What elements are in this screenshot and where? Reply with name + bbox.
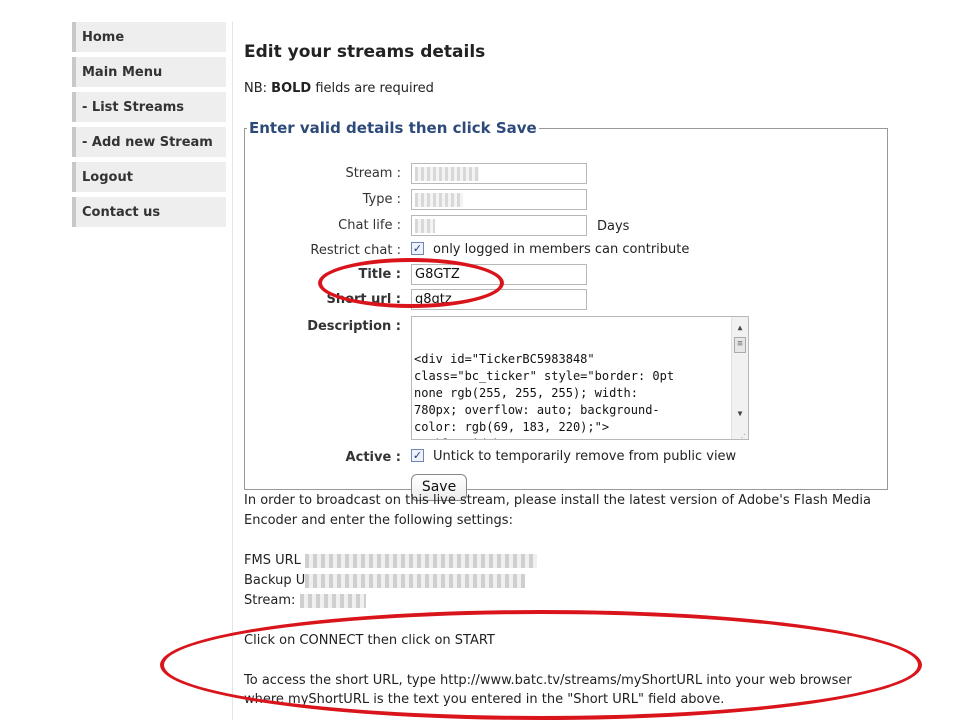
sidebar-item-add-new-stream[interactable]: - Add new Stream xyxy=(72,127,226,157)
description-row: Description : <div id="TickerBC5983848" … xyxy=(245,316,885,442)
description-scrollbar[interactable]: ▲ ≡ ▼ xyxy=(731,317,748,439)
required-note-bold: BOLD xyxy=(271,81,312,96)
broadcast-instructions-line1: In order to broadcast on this live strea… xyxy=(244,493,872,508)
redacted-fms-url xyxy=(305,553,538,568)
restrict-chat-label: Restrict chat : xyxy=(310,243,401,258)
short-url-instructions-line2: where myShortURL is the text you entered… xyxy=(244,692,725,707)
redacted-value xyxy=(415,166,479,181)
required-note-suffix: fields are required xyxy=(311,81,434,96)
sidebar-divider xyxy=(232,22,233,720)
restrict-chat-checkbox[interactable]: ✓ xyxy=(411,242,424,255)
fms-url-label: FMS URL xyxy=(244,553,301,568)
type-row: Type : xyxy=(245,189,885,211)
title-field[interactable]: G8GTZ xyxy=(411,264,587,285)
active-text: Untick to temporarily remove from public… xyxy=(433,449,737,464)
redacted-value xyxy=(415,192,463,207)
redacted-backup-url xyxy=(305,573,526,588)
short-url-instructions-line1: To access the short URL, type http://www… xyxy=(244,673,852,688)
sidebar-item-home[interactable]: Home xyxy=(72,22,226,52)
backup-url-line: Backup U xyxy=(244,571,944,591)
scroll-thumb[interactable]: ≡ xyxy=(734,337,746,353)
restrict-chat-text: only logged in members can contribute xyxy=(433,242,690,257)
sidebar-nav: Home Main Menu - List Streams - Add new … xyxy=(72,22,226,232)
broadcast-instructions-line2: Encoder and enter the following settings… xyxy=(244,513,513,528)
title-label: Title : xyxy=(358,267,401,282)
stream-field[interactable] xyxy=(411,163,587,184)
short-url-label: Short url : xyxy=(326,292,401,307)
sidebar-item-list-streams[interactable]: - List Streams xyxy=(72,92,226,122)
scroll-up-arrow-icon[interactable]: ▲ xyxy=(732,319,748,333)
form-legend: Enter valid details then click Save xyxy=(249,119,537,137)
connect-instructions: Click on CONNECT then click on START xyxy=(244,633,495,648)
restrict-chat-row: Restrict chat : ✓ only logged in members… xyxy=(245,240,885,262)
redacted-stream-name xyxy=(299,593,366,608)
redacted-value xyxy=(415,218,435,233)
chat-life-field[interactable] xyxy=(411,215,587,236)
short-url-row: Short url : g8gtz xyxy=(245,289,885,311)
stream-label: Stream : xyxy=(345,166,401,181)
backup-url-label: Backup U xyxy=(244,573,306,588)
active-checkbox[interactable]: ✓ xyxy=(411,449,424,462)
active-label: Active : xyxy=(345,450,401,465)
stream-details-form: Enter valid details then click Save Stre… xyxy=(244,119,888,501)
active-row: Active : ✓ Untick to temporarily remove … xyxy=(245,447,885,469)
stream-name-line: Stream: xyxy=(244,591,944,611)
stream-name-label: Stream: xyxy=(244,593,296,608)
sidebar-item-logout[interactable]: Logout xyxy=(72,162,226,192)
title-row: Title : G8GTZ xyxy=(245,264,885,286)
sidebar-item-contact-us[interactable]: Contact us xyxy=(72,197,226,227)
type-field[interactable] xyxy=(411,189,587,210)
page-title: Edit your streams details xyxy=(244,42,486,62)
chat-life-label: Chat life : xyxy=(338,218,401,233)
sidebar-item-main-menu[interactable]: Main Menu xyxy=(72,57,226,87)
description-label: Description : xyxy=(307,319,401,334)
scroll-down-arrow-icon[interactable]: ▼ xyxy=(732,405,748,419)
chat-life-unit: Days xyxy=(597,219,630,234)
required-note-prefix: NB: xyxy=(244,81,272,96)
fms-url-line: FMS URL xyxy=(244,551,944,571)
stream-row: Stream : xyxy=(245,163,885,185)
chat-life-row: Chat life : Days xyxy=(245,215,885,237)
description-textarea[interactable]: <div id="TickerBC5983848" class="bc_tick… xyxy=(411,316,749,440)
required-note: NB: BOLD fields are required xyxy=(244,81,434,96)
type-label: Type : xyxy=(362,192,401,207)
description-text: <div id="TickerBC5983848" class="bc_tick… xyxy=(414,352,675,439)
short-url-field[interactable]: g8gtz xyxy=(411,289,587,310)
resize-grip-icon[interactable]: ⋰ xyxy=(738,429,746,439)
